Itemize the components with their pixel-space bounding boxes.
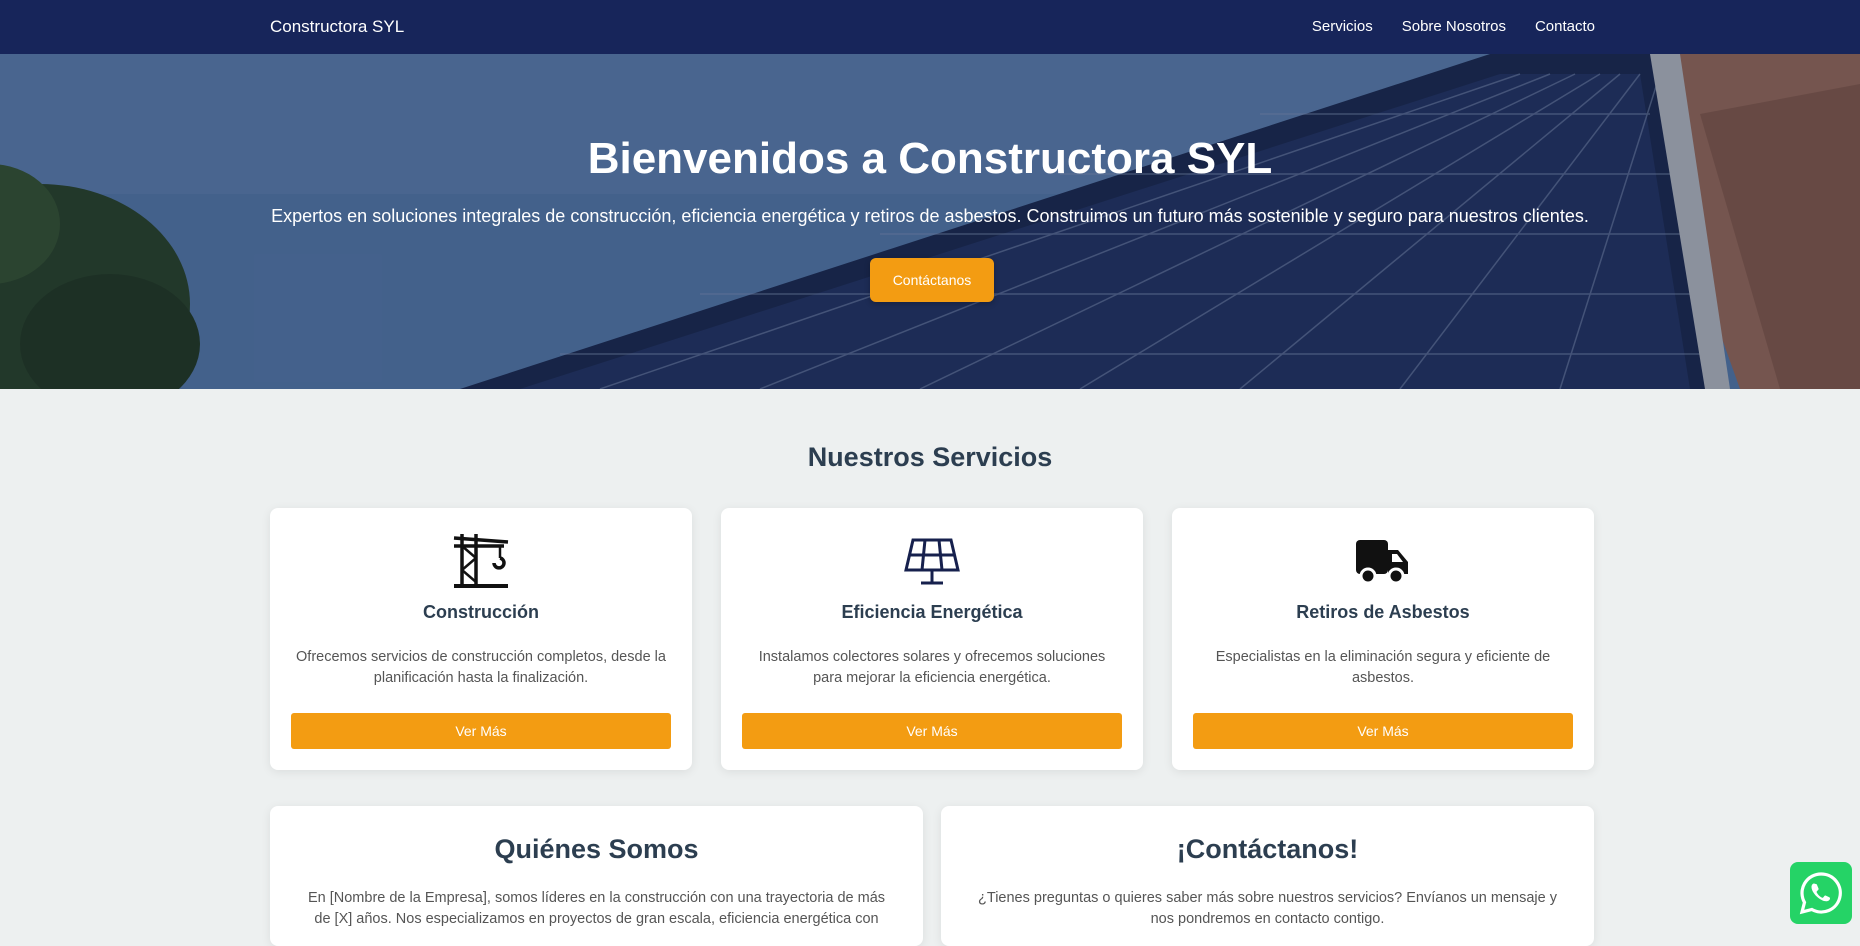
nav-link-servicios[interactable]: Servicios xyxy=(1312,0,1373,54)
crane-icon xyxy=(270,528,692,590)
service-title: Construcción xyxy=(422,602,539,622)
service-description: Ofrecemos servicios de construcción comp… xyxy=(296,649,666,686)
ver-mas-button-construccion[interactable]: Ver Más xyxy=(291,713,671,749)
about-title: Quiénes Somos xyxy=(494,834,699,864)
about-text: En [Nombre de la Empresa], somos líderes… xyxy=(307,890,886,927)
contact-text: ¿Tienes preguntas o quieres saber más so… xyxy=(978,890,1557,927)
hero-section: Bienvenidos a Constructora SYL Expertos … xyxy=(0,54,1860,389)
service-description: Especialistas en la eliminación segura y… xyxy=(1215,649,1551,686)
truck-icon xyxy=(1172,528,1594,590)
whatsapp-icon xyxy=(1799,872,1842,915)
brand-logo-text[interactable]: Constructora SYL xyxy=(270,0,404,54)
about-panel: Quiénes Somos En [Nombre de la Empresa],… xyxy=(270,806,923,946)
services-section-title: Nuestros Servicios xyxy=(807,442,1053,472)
hero-subtitle: Expertos en soluciones integrales de con… xyxy=(271,206,1589,226)
service-title: Retiros de Asbestos xyxy=(1296,602,1470,622)
hero-contact-button[interactable]: Contáctanos xyxy=(870,258,994,302)
nav-link-sobre-nosotros[interactable]: Sobre Nosotros xyxy=(1402,0,1506,54)
nav-links: Servicios Sobre Nosotros Contacto xyxy=(1312,0,1595,54)
service-card-construccion: Construcción Ofrecemos servicios de cons… xyxy=(270,508,692,770)
ver-mas-button-asbestos[interactable]: Ver Más xyxy=(1193,713,1573,749)
solar-panel-icon xyxy=(721,528,1143,590)
service-title: Eficiencia Energética xyxy=(841,602,1023,622)
nav-link-contacto[interactable]: Contacto xyxy=(1535,0,1595,54)
navbar: Constructora SYL Servicios Sobre Nosotro… xyxy=(0,0,1860,54)
contact-title: ¡Contáctanos! xyxy=(1176,834,1359,864)
hero-title: Bienvenidos a Constructora SYL xyxy=(587,134,1273,183)
contact-panel: ¡Contáctanos! ¿Tienes preguntas o quiere… xyxy=(941,806,1594,946)
service-card-eficiencia: Eficiencia Energética Instalamos colecto… xyxy=(721,508,1143,770)
service-description: Instalamos colectores solares y ofrecemo… xyxy=(758,649,1106,686)
ver-mas-button-eficiencia[interactable]: Ver Más xyxy=(742,713,1122,749)
whatsapp-button[interactable] xyxy=(1790,862,1852,924)
service-card-asbestos: Retiros de Asbestos Especialistas en la … xyxy=(1172,508,1594,770)
